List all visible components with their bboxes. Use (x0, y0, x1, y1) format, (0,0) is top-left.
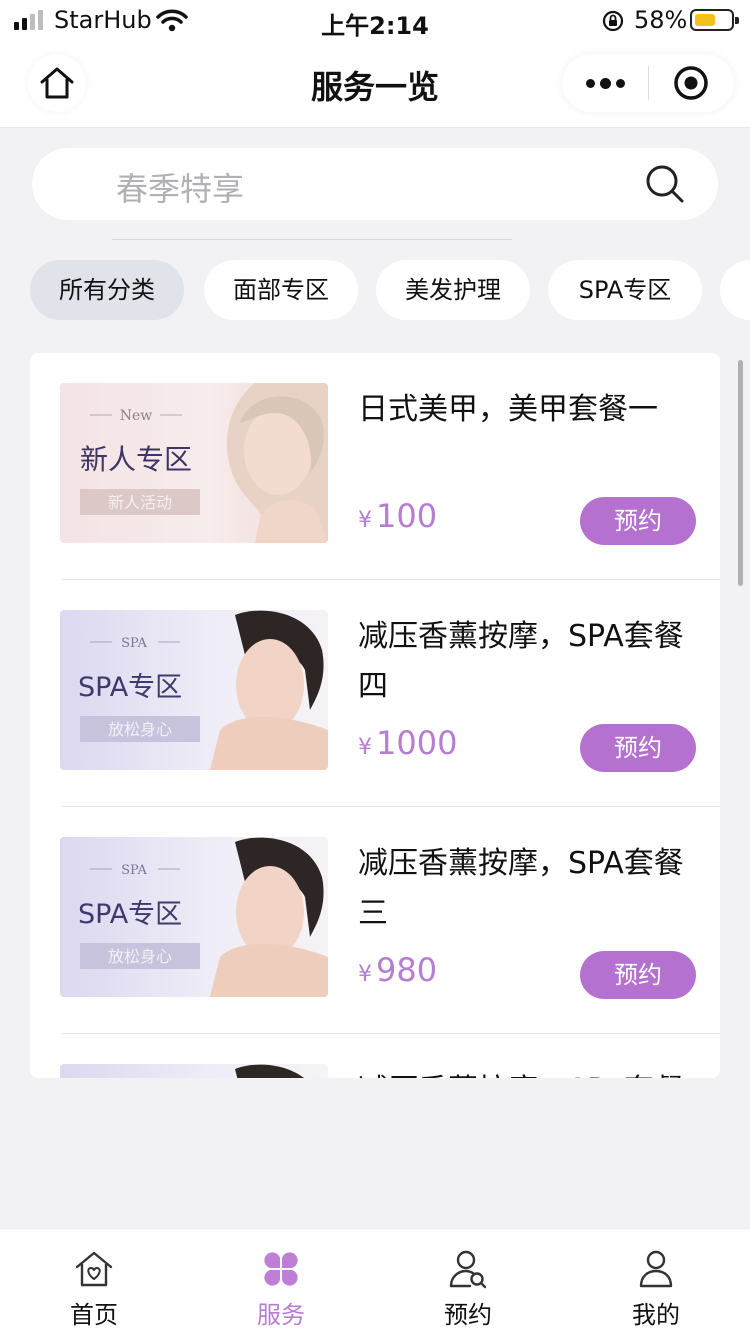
list-item[interactable]: New 新人专区 新人活动 日式美甲，美甲套餐一 ¥100 预约 (30, 353, 720, 580)
banner-title: 新人专区 (80, 443, 192, 476)
service-price: ¥100 (358, 497, 437, 535)
rotation-lock-icon (602, 10, 624, 32)
banner-tag: SPA (121, 863, 147, 878)
tab-spa[interactable]: SPA专区 (548, 260, 702, 320)
search-input[interactable]: 春季特享 (116, 164, 244, 210)
promo-banner-image: SPA SPA专区 放松身心 (60, 837, 328, 997)
banner-subtitle: 放松身心 (108, 947, 172, 966)
banner-title: SPA专区 (78, 672, 182, 703)
home-heart-icon (75, 1251, 113, 1287)
search-divider (112, 239, 512, 240)
currency-symbol: ¥ (358, 508, 372, 533)
service-thumbnail: New 新人专区 新人活动 (60, 383, 328, 543)
book-button[interactable]: 预约 (580, 951, 696, 999)
nav-bar: 服务一览 (0, 40, 750, 128)
promo-banner-image: New 新人专区 新人活动 (60, 383, 328, 543)
service-title[interactable]: 减压香薰按摩，SPA套餐四 (358, 612, 698, 712)
tabbar-item-mine[interactable]: 我的 (562, 1229, 750, 1334)
search-bar[interactable]: 春季特享 (32, 148, 718, 220)
service-thumbnail: SPA SPA专区 放松身心 (60, 610, 328, 770)
banner-tag: SPA (121, 636, 147, 651)
bottom-tab-bar: 首页 服务 预约 我的 (0, 1228, 750, 1334)
home-button[interactable] (28, 54, 86, 112)
tabbar-item-booking[interactable]: 预约 (374, 1229, 562, 1334)
banner-subtitle: 放松身心 (108, 720, 172, 739)
grid-flower-icon (264, 1252, 298, 1286)
service-price: ¥1000 (358, 724, 457, 762)
currency-symbol: ¥ (358, 735, 372, 760)
close-mini-program-button[interactable] (648, 54, 734, 112)
list-item[interactable]: 减压香薰按摩，SPA套餐二 (30, 1034, 720, 1078)
tab-all-categories[interactable]: 所有分类 (30, 260, 184, 320)
tabbar-label: 预约 (444, 1301, 492, 1329)
user-icon (639, 1250, 673, 1288)
service-thumbnail: SPA SPA专区 放松身心 (60, 837, 328, 997)
price-value: 1000 (376, 724, 458, 762)
service-list: New 新人专区 新人活动 日式美甲，美甲套餐一 ¥100 预约 SPA SPA… (30, 353, 720, 1078)
mini-program-capsule (562, 54, 734, 112)
tabbar-item-service[interactable]: 服务 (187, 1229, 375, 1334)
service-thumbnail (60, 1064, 328, 1078)
list-scrollbar[interactable] (738, 360, 743, 586)
currency-symbol: ¥ (358, 962, 372, 987)
price-value: 980 (376, 951, 438, 989)
tab-more-partial[interactable] (720, 260, 750, 320)
tabbar-label: 首页 (70, 1301, 118, 1329)
tabbar-label: 我的 (632, 1301, 680, 1329)
service-price: ¥980 (358, 951, 437, 989)
service-title[interactable]: 日式美甲，美甲套餐一 (358, 385, 698, 435)
page: StarHub 上午2:14 58% 服务一览 春季特享 所有分类 面部专区 美… (0, 0, 750, 1334)
banner-subtitle: 新人活动 (108, 493, 172, 512)
battery-icon (690, 9, 739, 31)
user-search-icon (449, 1250, 487, 1289)
tab-face[interactable]: 面部专区 (204, 260, 358, 320)
list-item[interactable]: SPA SPA专区 放松身心 减压香薰按摩，SPA套餐三 ¥980 预约 (30, 807, 720, 1034)
tab-hair-care[interactable]: 美发护理 (376, 260, 530, 320)
promo-banner-image: SPA SPA专区 放松身心 (60, 610, 328, 770)
tabbar-label: 服务 (257, 1301, 305, 1329)
search-icon[interactable] (644, 163, 686, 205)
service-title[interactable]: 减压香薰按摩，SPA套餐三 (358, 839, 698, 939)
more-button[interactable] (562, 54, 648, 112)
book-button[interactable]: 预约 (580, 497, 696, 545)
promo-banner-image (60, 1064, 328, 1078)
service-title[interactable]: 减压香薰按摩，SPA套餐二 (358, 1066, 698, 1078)
list-item[interactable]: SPA SPA专区 放松身心 减压香薰按摩，SPA套餐四 ¥1000 预约 (30, 580, 720, 807)
battery-percent: 58% (634, 6, 688, 34)
price-value: 100 (376, 497, 438, 535)
target-close-icon (674, 66, 708, 100)
category-tabs: 所有分类 面部专区 美发护理 SPA专区 (30, 260, 750, 320)
home-icon (40, 67, 74, 99)
banner-tag: New (120, 408, 153, 424)
book-button[interactable]: 预约 (580, 724, 696, 772)
tabbar-item-home[interactable]: 首页 (0, 1229, 188, 1334)
status-bar: StarHub 上午2:14 58% (0, 0, 750, 40)
banner-title: SPA专区 (78, 899, 182, 930)
